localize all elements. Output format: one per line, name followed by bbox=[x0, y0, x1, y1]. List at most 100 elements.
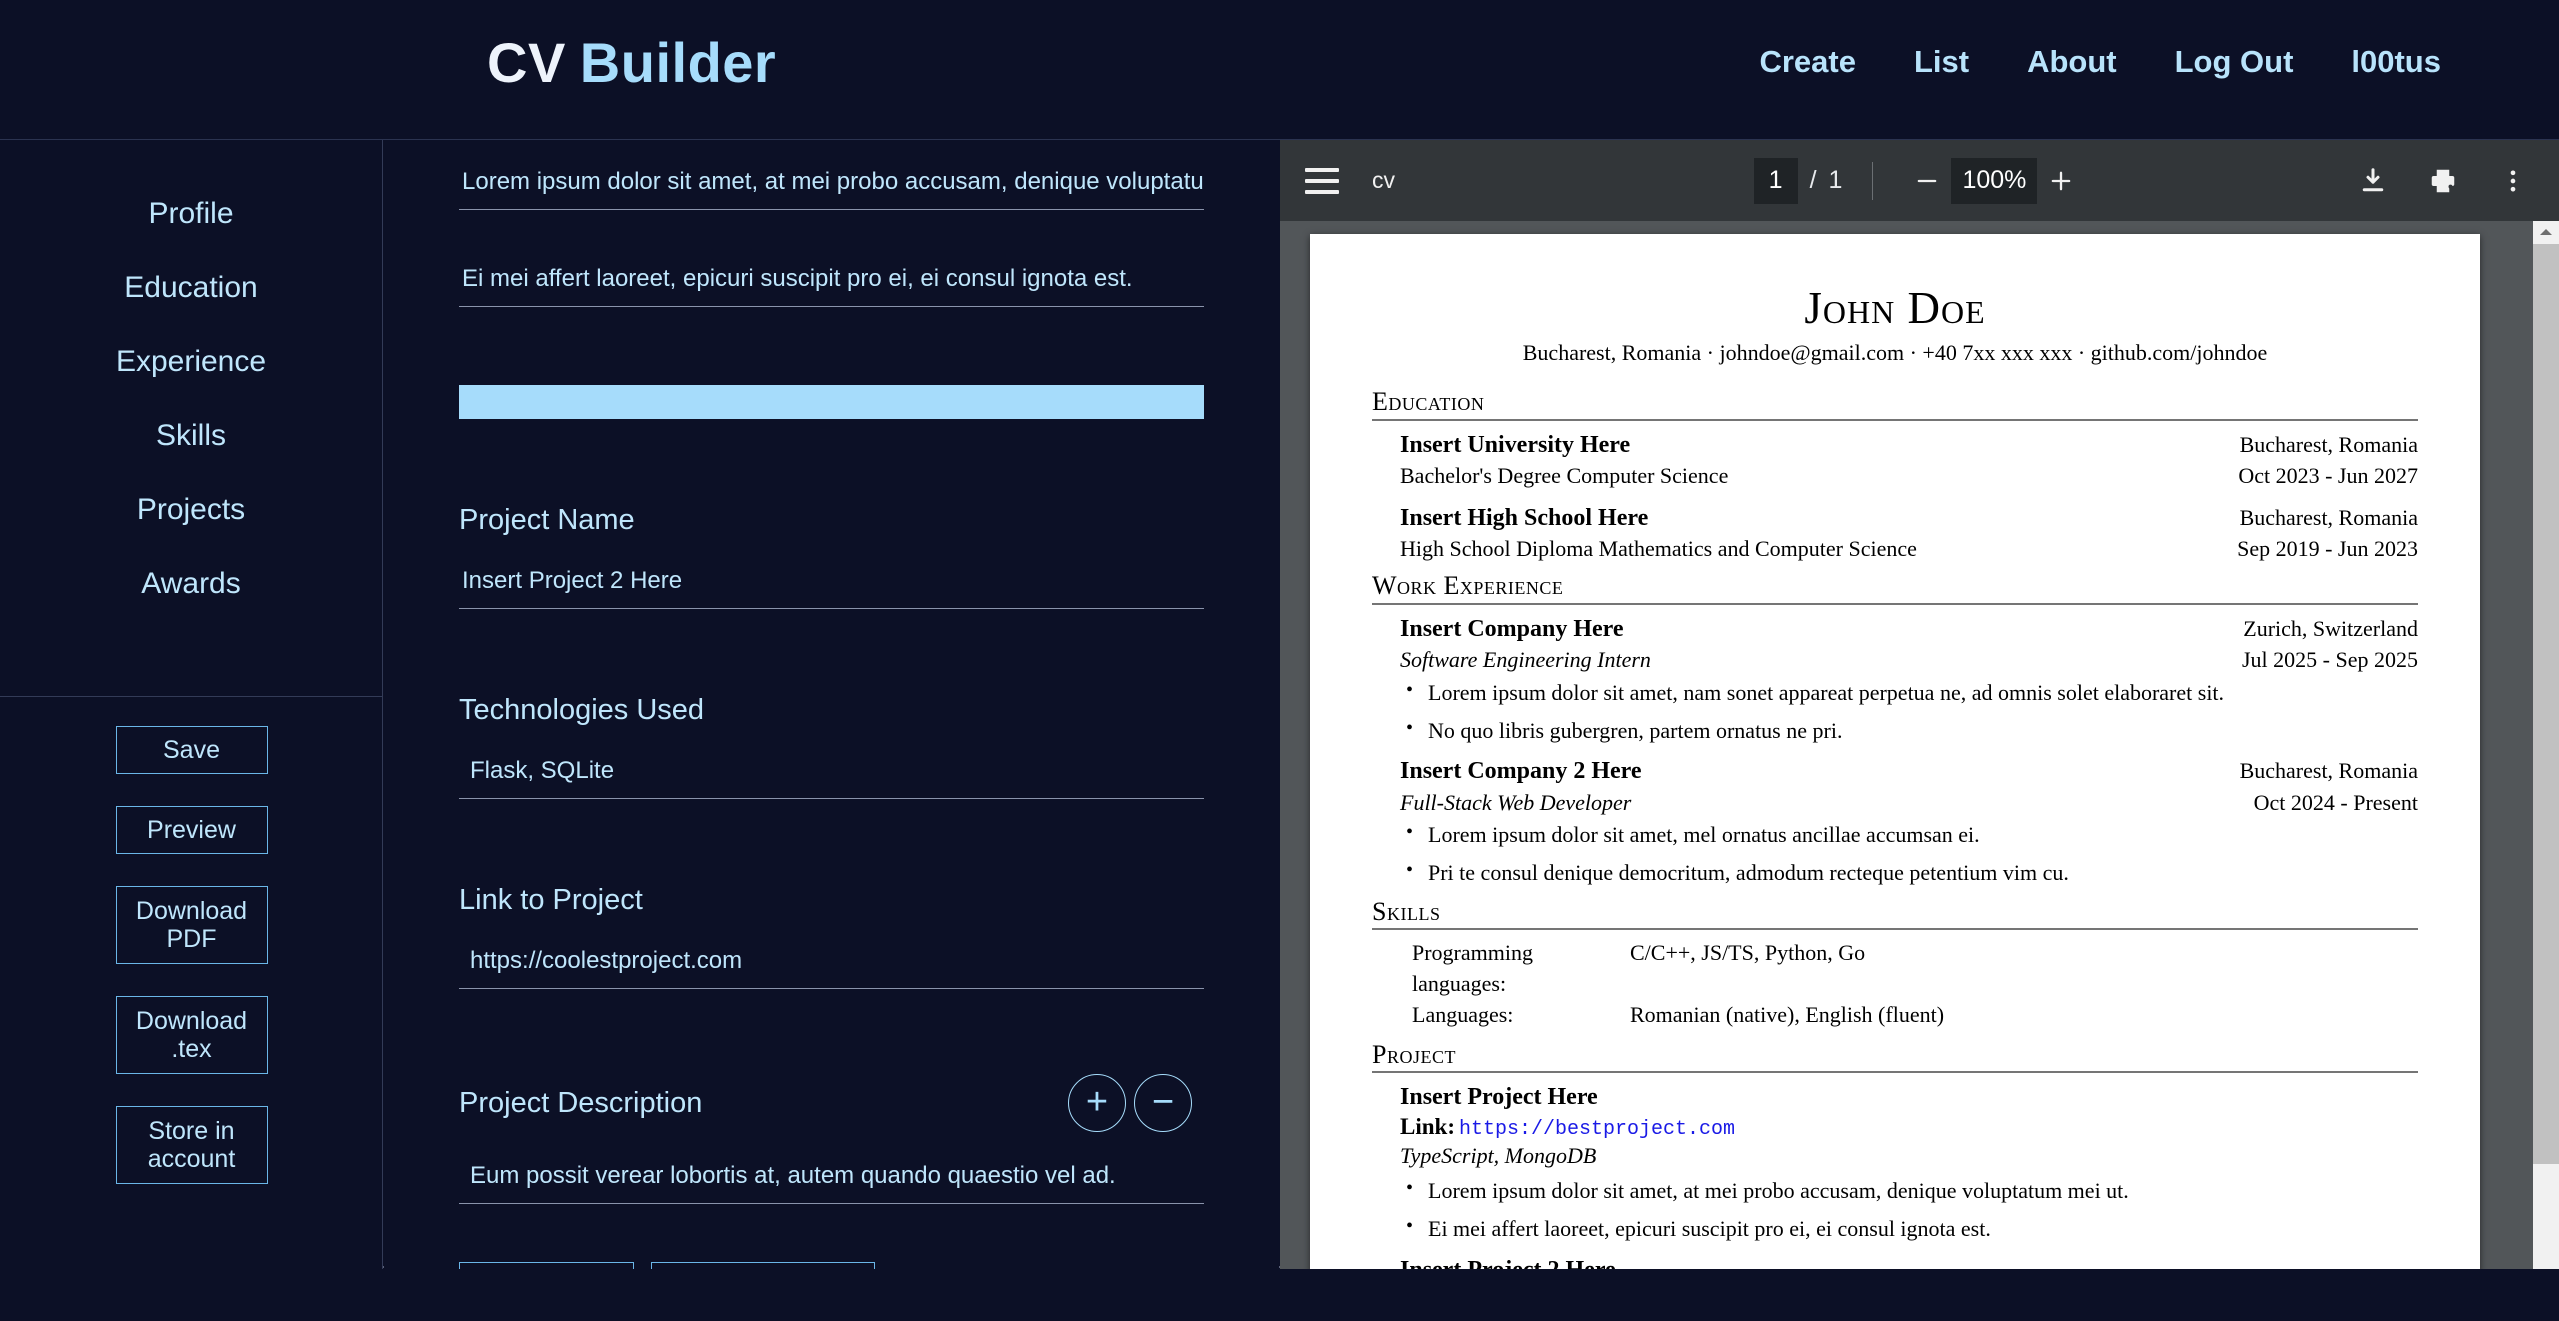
technologies-label: Technologies Used bbox=[459, 694, 705, 726]
cv-project-rule bbox=[1372, 1071, 2418, 1074]
cv-bullet: Lorem ipsum dolor sit amet, nam sonet ap… bbox=[1406, 677, 2418, 708]
sidebar-item-skills[interactable]: Skills bbox=[0, 399, 382, 473]
cv-education-rule bbox=[1372, 418, 2418, 421]
nav-item-list[interactable]: List bbox=[1914, 44, 1969, 80]
cv-experience-dates: Oct 2024 - Present bbox=[2253, 789, 2418, 815]
sidebar-item-awards[interactable]: Awards bbox=[0, 547, 382, 621]
cv-project-bullets: Lorem ipsum dolor sit amet, at mei probo… bbox=[1372, 1175, 2418, 1244]
cv-project-entry: Insert Project Here Link: https://bestpr… bbox=[1372, 1081, 2418, 1170]
zoom-level-value[interactable]: 100% bbox=[1951, 157, 2038, 204]
remove-project-button[interactable]: Remove Project bbox=[651, 1262, 876, 1269]
zoom-in-icon[interactable] bbox=[2037, 157, 2085, 205]
sidebar-item-projects[interactable]: Projects bbox=[0, 473, 382, 547]
preview-button[interactable]: Preview bbox=[115, 806, 268, 854]
more-options-icon[interactable] bbox=[2489, 157, 2537, 205]
logo-builder-text: Builder bbox=[579, 31, 777, 94]
cv-experience-entry: Insert Company 2 Here Bucharest, Romania… bbox=[1372, 755, 2418, 817]
project-description-input[interactable]: Eum possit verear lobortis at, autem qua… bbox=[459, 1162, 1204, 1204]
app-logo[interactable]: CV Builder bbox=[487, 30, 776, 95]
zoom-out-icon[interactable] bbox=[1903, 157, 1951, 205]
sidebar: Profile Education Experience Skills Proj… bbox=[0, 140, 383, 1269]
save-button[interactable]: Save bbox=[115, 726, 268, 774]
project-description-header: Project Description + − bbox=[459, 1074, 1204, 1132]
project-link-label: Link to Project bbox=[459, 884, 643, 916]
project-name-field: Project Name Insert Project 2 Here bbox=[459, 504, 1204, 609]
print-icon[interactable] bbox=[2419, 157, 2467, 205]
store-in-account-button[interactable]: Store in account bbox=[115, 1106, 268, 1184]
workspace: Profile Education Experience Skills Proj… bbox=[0, 139, 2559, 1269]
cv-education-entry: Insert High School Here Bucharest, Roman… bbox=[1372, 502, 2418, 564]
sidebar-divider bbox=[0, 696, 383, 697]
page-total-count: 1 bbox=[1828, 166, 1843, 194]
cv-bullet: Lorem ipsum dolor sit amet, at mei probo… bbox=[1406, 1175, 2418, 1206]
bullet-field-1: Lorem ipsum dolor sit amet, at mei probo… bbox=[459, 168, 1204, 210]
cv-skill-row: Programming languages: C/C++, JS/TS, Pyt… bbox=[1372, 938, 2418, 1000]
cv-skills-rule bbox=[1372, 928, 2418, 931]
nav-item-log-out[interactable]: Log Out bbox=[2175, 44, 2294, 80]
cv-bullet: Lorem ipsum dolor sit amet, mel ornatus … bbox=[1406, 819, 2418, 850]
sidebar-item-profile[interactable]: Profile bbox=[0, 177, 382, 251]
cv-experience-heading: Work Experience bbox=[1372, 571, 1564, 601]
cv-bullet: Pri te consul denique democritum, admodu… bbox=[1406, 857, 2418, 888]
sidebar-toggle-icon[interactable] bbox=[1305, 167, 1339, 194]
cv-skill-value: Romanian (native), English (fluent) bbox=[1630, 1001, 1945, 1027]
cv-project-heading: Project bbox=[1372, 1039, 1456, 1069]
sidebar-item-experience[interactable]: Experience bbox=[0, 325, 382, 399]
nav-item-create[interactable]: Create bbox=[1759, 44, 1856, 80]
project-link-field: Link to Project https://coolestproject.c… bbox=[459, 884, 1204, 989]
bullet-controls: + − bbox=[1068, 1074, 1192, 1132]
sidebar-section-list: Profile Education Experience Skills Proj… bbox=[0, 140, 382, 621]
add-project-button[interactable]: Add Project bbox=[459, 1262, 635, 1269]
cv-skill-key: Languages: bbox=[1412, 1001, 1514, 1027]
cv-education-entry: Insert University Here Bucharest, Romani… bbox=[1372, 429, 2418, 491]
logo-cv-text: CV bbox=[487, 31, 566, 94]
bullet-input-3-highlighted[interactable] bbox=[459, 385, 1204, 419]
cv-education-institution: Insert High School Here bbox=[1400, 505, 1649, 532]
cv-contact-line: Bucharest, Romania · johndoe@gmail.com ·… bbox=[1522, 340, 2268, 365]
sidebar-item-education[interactable]: Education bbox=[0, 251, 382, 325]
cv-experience-location: Bucharest, Romania bbox=[2239, 758, 2418, 784]
pdf-viewer: cv 1 / 1 100% John Doe Bucharest, Romani… bbox=[1280, 140, 2559, 1269]
cv-experience-company: Insert Company 2 Here bbox=[1400, 758, 1642, 785]
app-header: CV Builder Create List About Log Out l00t… bbox=[0, 0, 2559, 139]
cv-skills-heading: Skills bbox=[1372, 896, 1441, 926]
download-tex-button[interactable]: Download .tex bbox=[115, 996, 268, 1074]
bullet-field-3-selected bbox=[459, 385, 1204, 419]
cv-experience-rule bbox=[1372, 602, 2418, 605]
toolbar-divider-1 bbox=[1872, 161, 1874, 200]
cv-project-link[interactable]: https://bestproject.com bbox=[1459, 1118, 1735, 1141]
cv-education-heading: Education bbox=[1372, 387, 1485, 417]
pdf-scroll-area[interactable]: John Doe Bucharest, Romania · johndoe@gm… bbox=[1280, 221, 2559, 1269]
cv-experience-location: Zurich, Switzerland bbox=[2243, 615, 2418, 641]
cv-project-tech: TypeScript, MongoDB bbox=[1400, 1142, 1597, 1168]
cv-name: John Doe bbox=[1804, 283, 1986, 333]
bullet-input-1[interactable]: Lorem ipsum dolor sit amet, at mei probo… bbox=[459, 168, 1204, 210]
scroll-up-arrow-icon[interactable] bbox=[2533, 221, 2559, 243]
cv-skill-row: Languages: Romanian (native), English (f… bbox=[1372, 1000, 2418, 1031]
cv-bullet: Ei mei affert laoreet, epicuri suscipit … bbox=[1406, 1213, 2418, 1244]
remove-bullet-button[interactable]: − bbox=[1134, 1074, 1192, 1132]
cv-experience-bullets: Lorem ipsum dolor sit amet, nam sonet ap… bbox=[1372, 677, 2418, 745]
bullet-input-2[interactable]: Ei mei affert laoreet, epicuri suscipit … bbox=[459, 265, 1204, 307]
project-form-panel: Lorem ipsum dolor sit amet, at mei probo… bbox=[384, 140, 1279, 1269]
cv-experience-role: Software Engineering Intern bbox=[1400, 647, 1651, 673]
cv-project-link-label: Link: bbox=[1400, 1113, 1455, 1139]
technologies-input[interactable]: Flask, SQLite bbox=[459, 757, 1204, 799]
top-navigation: Create List About Log Out l00tus bbox=[1759, 44, 2441, 80]
nav-item-username[interactable]: l00tus bbox=[2351, 44, 2441, 80]
page-number-input[interactable]: 1 bbox=[1753, 157, 1798, 204]
download-icon[interactable] bbox=[2349, 157, 2397, 205]
pdf-page: John Doe Bucharest, Romania · johndoe@gm… bbox=[1310, 234, 2480, 1269]
cv-project-name: Insert Project 2 Here bbox=[1400, 1254, 2418, 1269]
add-bullet-button[interactable]: + bbox=[1068, 1074, 1126, 1132]
page-separator: / bbox=[1809, 166, 1817, 194]
project-link-input[interactable]: https://coolestproject.com bbox=[459, 947, 1204, 989]
cv-education-dates: Sep 2019 - Jun 2023 bbox=[2237, 536, 2418, 562]
cv-project-name: Insert Project Here bbox=[1400, 1084, 1598, 1111]
project-name-input[interactable]: Insert Project 2 Here bbox=[459, 567, 1204, 609]
pdf-scrollbar[interactable] bbox=[2533, 221, 2559, 1269]
download-pdf-button[interactable]: Download PDF bbox=[115, 886, 268, 964]
scrollbar-thumb[interactable] bbox=[2533, 244, 2559, 1164]
cv-education-institution: Insert University Here bbox=[1400, 431, 1631, 458]
nav-item-about[interactable]: About bbox=[2027, 44, 2117, 80]
